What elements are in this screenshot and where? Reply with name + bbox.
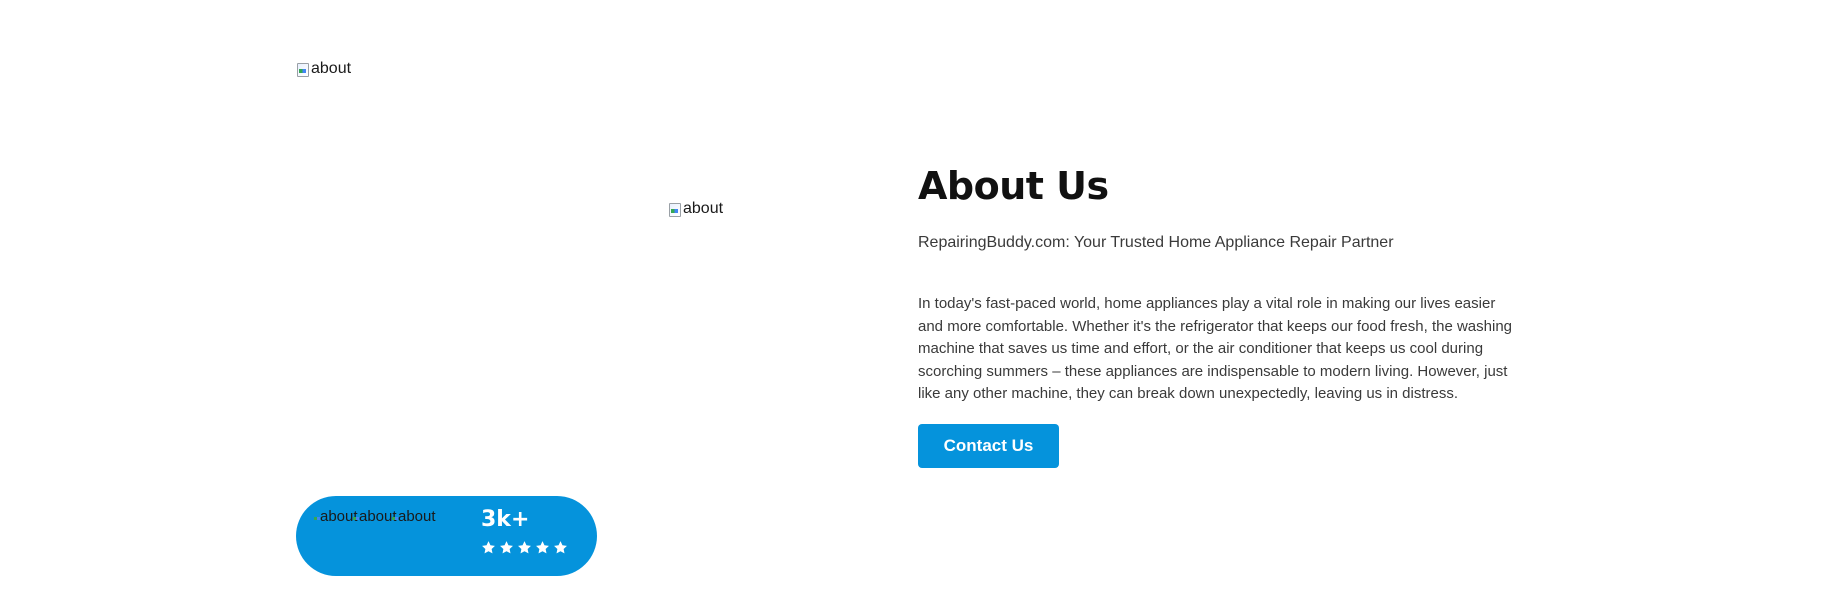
customer-avatar-alt: about bbox=[398, 508, 436, 525]
about-image-top-alt: about bbox=[311, 60, 352, 77]
page: about about About Us RepairingBuddy.com:… bbox=[0, 0, 1822, 616]
customer-avatar: about bbox=[353, 508, 397, 525]
about-body-text: In today's fast-paced world, home applia… bbox=[918, 295, 1513, 403]
broken-image-icon bbox=[314, 509, 320, 525]
customer-stats-badge: about about about 3k+ bbox=[296, 496, 597, 576]
star-icon bbox=[500, 541, 513, 554]
star-icon bbox=[554, 541, 567, 554]
customer-avatar-alt: about bbox=[320, 508, 358, 525]
broken-image-icon bbox=[668, 201, 682, 217]
broken-image-icon bbox=[296, 61, 310, 77]
about-subtitle: RepairingBuddy.com: Your Trusted Home Ap… bbox=[918, 234, 1394, 251]
customer-avatars: about about about bbox=[314, 508, 442, 530]
about-title: About Us bbox=[918, 164, 1109, 208]
customer-avatar: about bbox=[314, 508, 358, 525]
star-icon bbox=[536, 541, 549, 554]
about-image-top: about bbox=[296, 60, 351, 78]
broken-image-icon bbox=[353, 509, 359, 525]
customer-avatar-alt: about bbox=[359, 508, 397, 525]
about-image-center-alt: about bbox=[683, 200, 724, 217]
star-icon bbox=[482, 541, 495, 554]
customer-avatar: about bbox=[392, 508, 436, 525]
about-image-center: about bbox=[668, 200, 723, 218]
broken-image-icon bbox=[392, 509, 398, 525]
star-rating bbox=[481, 540, 568, 555]
customer-count: 3k+ bbox=[481, 507, 530, 532]
star-icon bbox=[518, 541, 531, 554]
contact-us-button[interactable]: Contact Us bbox=[918, 424, 1059, 468]
